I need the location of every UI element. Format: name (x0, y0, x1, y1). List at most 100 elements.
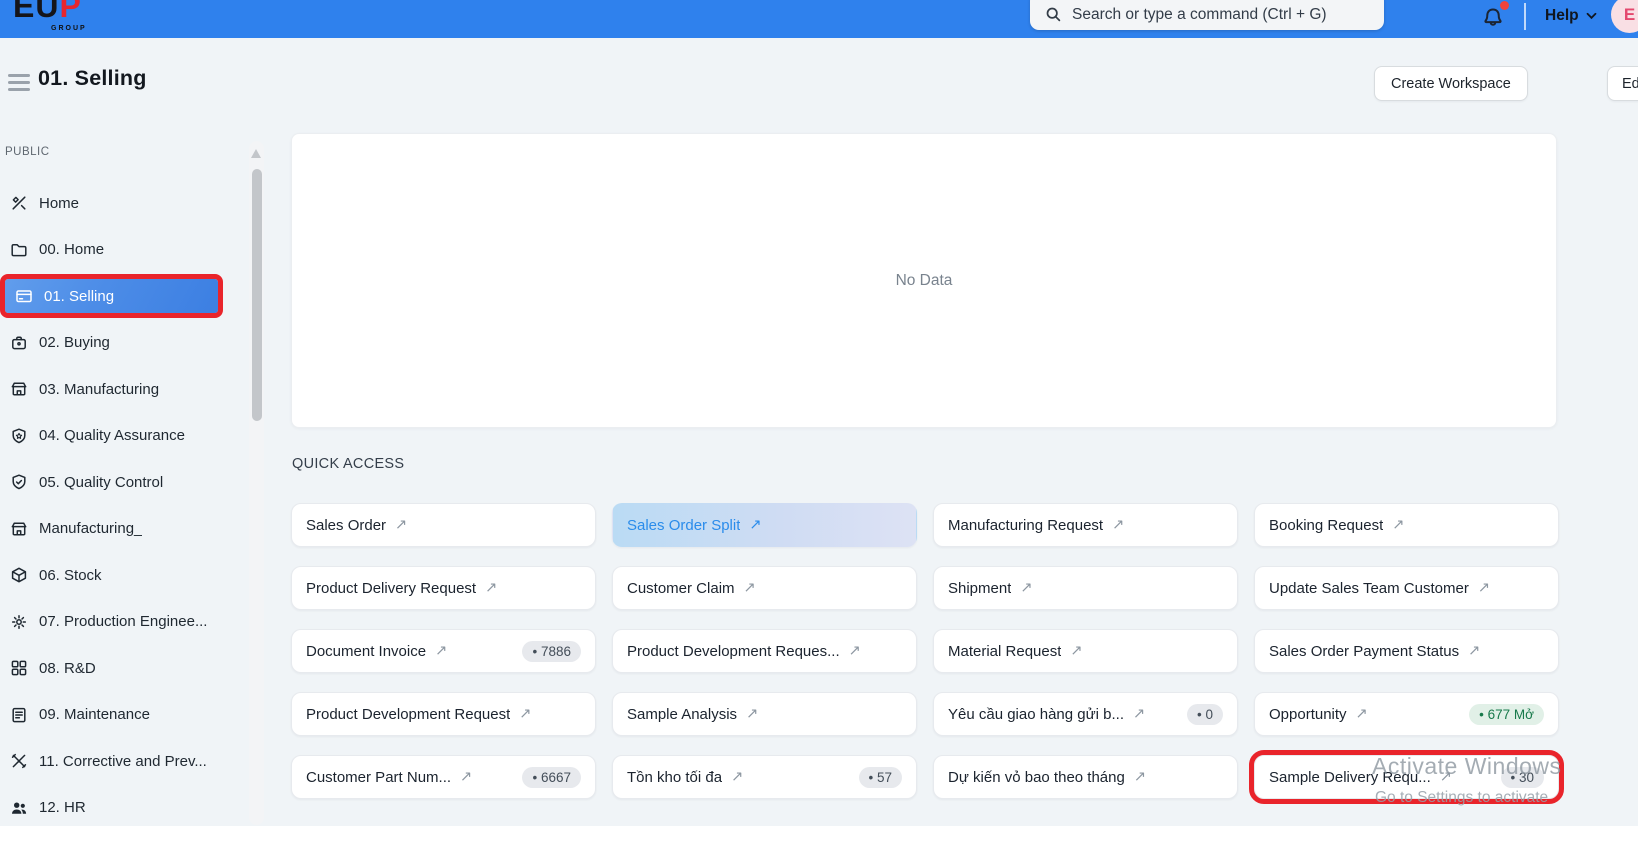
shortcut-label: Sales Order (306, 516, 387, 534)
notifications-bell-icon[interactable] (1481, 1, 1509, 31)
shortcut-label: Sales Order Split (627, 516, 741, 534)
shortcut-yeu-cau-giao-hang[interactable]: Yêu cầu giao hàng gửi b... ↗ • 0 (933, 692, 1238, 736)
sidebar-item-label: 09. Maintenance (39, 706, 150, 723)
open-link-icon: ↗ (1392, 517, 1405, 533)
count-badge: • 677 Mở (1469, 703, 1544, 725)
shortcut-du-kien-vo-bao[interactable]: Dự kiến vỏ bao theo tháng ↗ (933, 755, 1238, 799)
page-title: 01. Selling (38, 66, 147, 90)
sidebar-item-label: 12. HR (39, 799, 86, 816)
scrollbar-thumb[interactable] (251, 169, 262, 421)
open-link-icon: ↗ (435, 643, 448, 659)
user-avatar[interactable]: E (1611, 0, 1638, 33)
shortcut-material-request[interactable]: Material Request ↗ (933, 629, 1238, 673)
shortcut-product-development-reques[interactable]: Product Development Reques... ↗ (612, 629, 917, 673)
shortcut-label: Shipment (948, 579, 1012, 597)
sidebar-item-00-home[interactable]: 00. Home (0, 233, 248, 267)
shortcut-product-development-request[interactable]: Product Development Request ↗ (291, 692, 596, 736)
shortcut-label: Customer Part Num... (306, 768, 452, 786)
shortcut-customer-part-number[interactable]: Customer Part Num... ↗ • 6667 (291, 755, 596, 799)
sidebar-item-02-buying[interactable]: 02. Buying (0, 326, 248, 360)
sidebar-scrollbar[interactable] (249, 141, 264, 825)
open-link-icon: ↗ (1020, 580, 1033, 596)
shortcut-sales-order[interactable]: Sales Order ↗ (291, 503, 596, 547)
global-search-input[interactable]: Search or type a command (Ctrl + G) (1030, 0, 1384, 30)
edit-button[interactable]: Edit (1607, 66, 1638, 101)
app-window: EUP GROUP Search or type a command (Ctrl… (0, 0, 1638, 862)
company-logo[interactable]: EUP GROUP (13, 0, 85, 32)
shortcut-label: Booking Request (1269, 516, 1384, 534)
document-icon (10, 706, 28, 724)
sidebar-item-11-corrective[interactable]: 11. Corrective and Prev... (0, 744, 248, 778)
open-link-icon: ↗ (1355, 706, 1368, 722)
card-icon (15, 287, 33, 305)
quick-access-grid: Sales Order ↗ Sales Order Split ↗ Manufa… (291, 503, 1564, 804)
tools-icon (10, 194, 28, 212)
sidebar-item-12-hr[interactable]: 12. HR (0, 791, 248, 825)
no-data-text: No Data (895, 271, 953, 289)
open-link-icon: ↗ (743, 580, 756, 596)
shortcut-shipment[interactable]: Shipment ↗ (933, 566, 1238, 610)
shortcut-label: Update Sales Team Customer (1269, 579, 1469, 597)
shield-star-icon (10, 427, 28, 445)
sidebar-item-01-selling[interactable]: 01. Selling (0, 274, 223, 318)
shortcut-label: Sample Analysis (627, 705, 738, 723)
windows-activation-watermark: Activate Windows (1372, 753, 1562, 779)
shield-check-icon (10, 473, 28, 491)
shortcut-document-invoice[interactable]: Document Invoice ↗ • 7886 (291, 629, 596, 673)
store-icon (10, 520, 28, 538)
shortcut-manufacturing-request[interactable]: Manufacturing Request ↗ (933, 503, 1238, 547)
logo-text: EUP (13, 0, 82, 24)
notification-dot (1500, 1, 1509, 10)
shortcut-label: Document Invoice (306, 642, 427, 660)
sidebar-item-05-quality-control[interactable]: 05. Quality Control (0, 465, 248, 499)
logo-subtext: GROUP (51, 25, 87, 32)
topbar: EUP GROUP Search or type a command (Ctrl… (0, 0, 1638, 38)
sidebar-item-03-manufacturing[interactable]: 03. Manufacturing (0, 372, 248, 406)
scroll-up-arrow-icon[interactable] (251, 149, 261, 158)
shortcut-sample-analysis[interactable]: Sample Analysis ↗ (612, 692, 917, 736)
shortcut-ton-kho-toi-da[interactable]: Tồn kho tối đa ↗ • 57 (612, 755, 917, 799)
shortcut-opportunity[interactable]: Opportunity ↗ • 677 Mở (1254, 692, 1559, 736)
shortcut-label: Opportunity (1269, 705, 1347, 723)
shortcut-sales-order-split[interactable]: Sales Order Split ↗ (612, 503, 917, 547)
open-link-icon: ↗ (731, 769, 744, 785)
sidebar-item-label: Home (39, 194, 80, 212)
shortcut-booking-request[interactable]: Booking Request ↗ (1254, 503, 1559, 547)
shortcut-sales-order-payment-status[interactable]: Sales Order Payment Status ↗ (1254, 629, 1559, 673)
sidebar-item-home[interactable]: Home (0, 186, 248, 220)
shortcut-label: Sales Order Payment Status (1269, 642, 1460, 660)
sidebar-item-label: 08. R&D (39, 659, 96, 677)
workspace-sidebar: Home 00. Home 01. Selling 02. Buying 03.… (0, 186, 248, 837)
shortcut-label: Dự kiến vỏ bao theo tháng (948, 768, 1125, 786)
count-badge: • 6667 (522, 766, 581, 788)
store-icon (10, 380, 28, 398)
search-icon (1045, 6, 1062, 23)
sidebar-item-label: 04. Quality Assurance (39, 427, 185, 444)
count-badge: • 57 (858, 766, 902, 788)
dashboard-chart-card: No Data (291, 133, 1557, 428)
sidebar-item-09-maintenance[interactable]: 09. Maintenance (0, 698, 248, 732)
sidebar-item-04-quality-assurance[interactable]: 04. Quality Assurance (0, 419, 248, 453)
open-link-icon: ↗ (1468, 643, 1481, 659)
sidebar-item-manufacturing[interactable]: Manufacturing_ (0, 512, 248, 546)
shortcut-update-sales-team-customer[interactable]: Update Sales Team Customer ↗ (1254, 566, 1559, 610)
open-link-icon: ↗ (395, 517, 408, 533)
sidebar-section-label: PUBLIC (5, 146, 50, 158)
sidebar-item-08-rd[interactable]: 08. R&D (0, 651, 248, 685)
shortcut-label: Manufacturing Request (948, 516, 1104, 534)
sidebar-toggle-icon[interactable] (8, 74, 30, 95)
help-menu[interactable]: Help (1545, 0, 1597, 31)
shortcut-product-delivery-request[interactable]: Product Delivery Request ↗ (291, 566, 596, 610)
sidebar-item-label: 07. Production Enginee... (39, 613, 208, 630)
create-workspace-button[interactable]: Create Workspace (1374, 66, 1528, 101)
sidebar-item-07-production-engineering[interactable]: 07. Production Enginee... (0, 605, 248, 639)
folder-icon (10, 241, 28, 259)
gear-icon (10, 613, 28, 631)
shortcut-customer-claim[interactable]: Customer Claim ↗ (612, 566, 917, 610)
shortcut-label: Product Development Request (306, 705, 511, 723)
sidebar-item-label: 00. Home (39, 241, 105, 258)
sidebar-item-06-stock[interactable]: 06. Stock (0, 558, 248, 592)
open-link-icon: ↗ (746, 706, 759, 722)
sidebar-item-label: 01. Selling (44, 287, 115, 305)
sidebar-item-label: 05. Quality Control (39, 473, 164, 491)
